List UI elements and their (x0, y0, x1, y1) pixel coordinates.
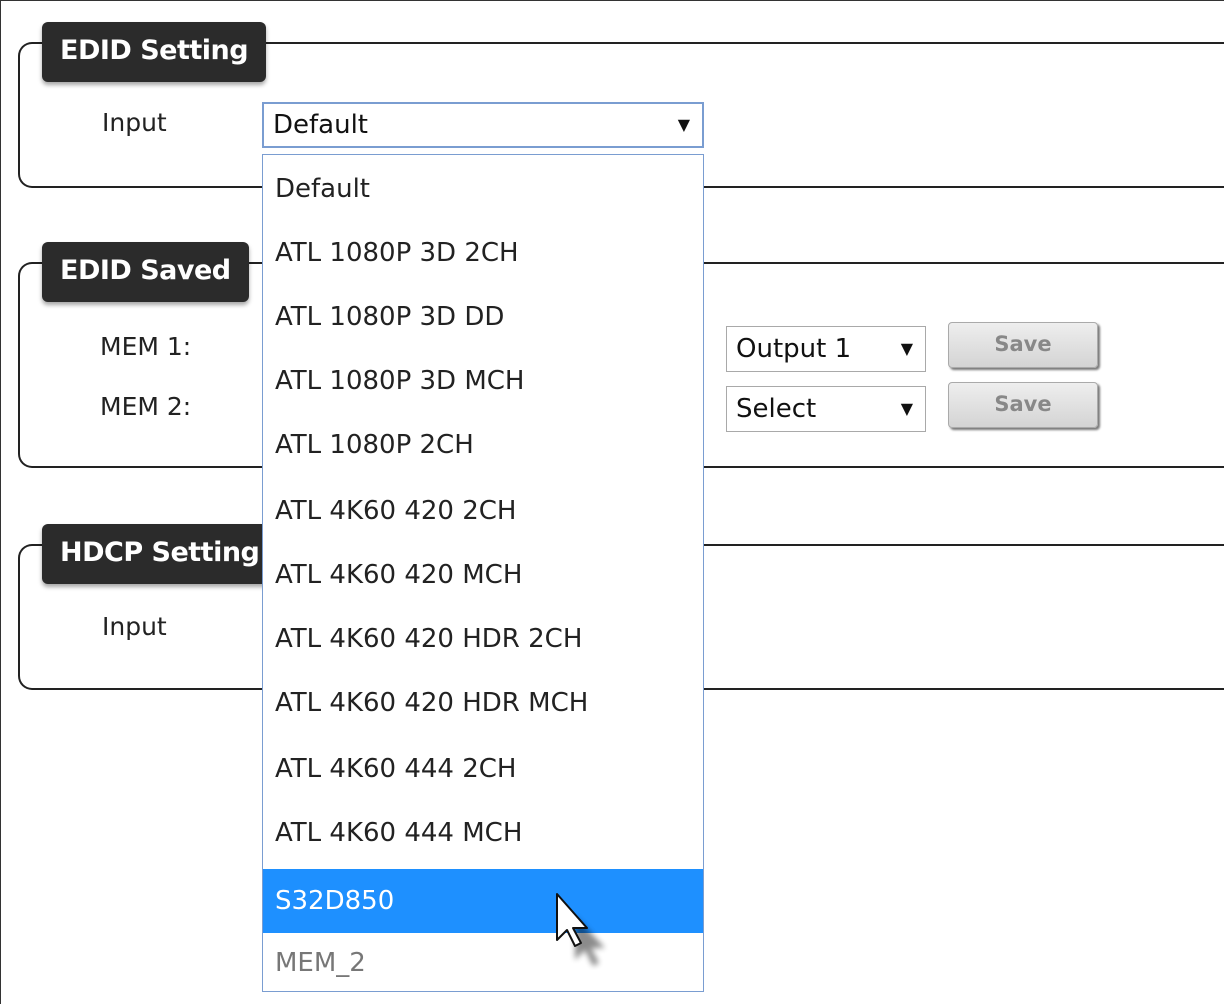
dropdown-option[interactable]: ATL 4K60 420 HDR 2CH (263, 607, 703, 671)
mem2-save-button[interactable]: Save (948, 382, 1098, 428)
edid-input-label: Input (102, 108, 167, 137)
mem2-output-value: Select (736, 394, 817, 424)
dropdown-option[interactable]: ATL 1080P 3D MCH (263, 349, 703, 413)
dropdown-option[interactable]: Default (263, 157, 703, 221)
mem2-label: MEM 2: (100, 392, 192, 421)
mem1-output-select[interactable]: Output 1 ▼ (726, 326, 926, 372)
edid-setting-title: EDID Setting (42, 22, 267, 82)
mem1-label: MEM 1: (100, 332, 192, 361)
triangle-down-icon: ▼ (900, 399, 913, 418)
edid-saved-title: EDID Saved (42, 242, 249, 302)
hdcp-input-label: Input (102, 612, 167, 641)
dropdown-option[interactable]: ATL 4K60 420 2CH (263, 479, 703, 543)
mouse-pointer-icon (556, 893, 605, 966)
dropdown-option[interactable]: ATL 4K60 420 HDR MCH (263, 671, 703, 735)
mem1-save-button[interactable]: Save (948, 322, 1098, 368)
edid-input-select[interactable]: Default ▼ (262, 102, 704, 148)
dropdown-option[interactable]: ATL 1080P 3D DD (263, 285, 703, 349)
dropdown-option[interactable]: ATL 1080P 2CH (263, 413, 703, 477)
triangle-down-icon: ▼ (900, 339, 913, 358)
triangle-down-icon: ▼ (677, 115, 690, 134)
edid-input-select-value: Default (273, 110, 368, 140)
mem2-output-select[interactable]: Select ▼ (726, 386, 926, 432)
mem1-output-value: Output 1 (736, 334, 852, 364)
dropdown-option[interactable]: MEM_2 (263, 931, 703, 995)
dropdown-option[interactable]: ATL 4K60 444 MCH (263, 801, 703, 865)
dropdown-option-highlighted[interactable]: S32D850 (263, 869, 703, 933)
dropdown-option[interactable]: ATL 4K60 444 2CH (263, 737, 703, 801)
dropdown-option[interactable]: ATL 4K60 420 MCH (263, 543, 703, 607)
hdcp-setting-title: HDCP Setting (42, 524, 278, 584)
dropdown-option[interactable]: ATL 1080P 3D 2CH (263, 221, 703, 285)
edid-input-dropdown-list[interactable]: Default ATL 1080P 3D 2CH ATL 1080P 3D DD… (262, 154, 704, 992)
